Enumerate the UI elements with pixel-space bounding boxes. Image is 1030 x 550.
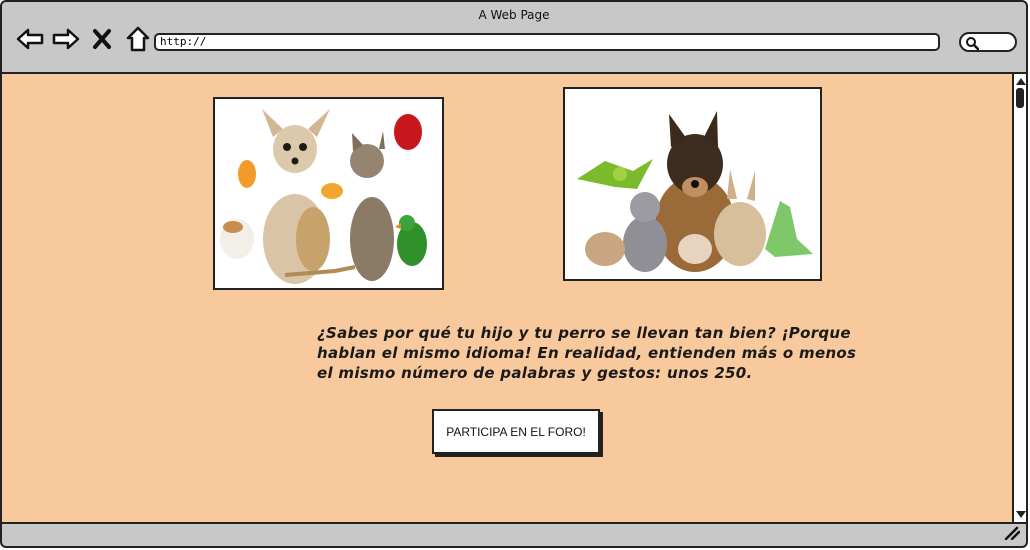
search-icon <box>966 37 979 50</box>
arrow-right-icon <box>52 28 80 50</box>
url-input[interactable]: http:// <box>154 33 940 51</box>
pets-image-right <box>563 87 822 281</box>
home-icon <box>126 26 150 52</box>
window-title: A Web Page <box>478 8 550 22</box>
scroll-thumb[interactable] <box>1016 88 1024 108</box>
browser-window: A Web Page http:// ¿Sabes por qué tu hij… <box>0 0 1028 548</box>
close-icon <box>93 29 111 49</box>
back-button[interactable] <box>16 26 44 52</box>
info-paragraph: ¿Sabes por qué tu hijo y tu perro se lle… <box>317 324 857 382</box>
page-content: ¿Sabes por qué tu hijo y tu perro se lle… <box>2 72 1012 524</box>
join-forum-button[interactable]: PARTICIPA EN EL FORO! <box>432 409 600 454</box>
arrow-left-icon <box>16 28 44 50</box>
scroll-down-arrow[interactable] <box>1016 511 1026 518</box>
pets-image-left <box>213 97 444 290</box>
scroll-up-arrow[interactable] <box>1016 78 1026 85</box>
nav-controls <box>16 26 152 52</box>
home-button[interactable] <box>124 26 152 52</box>
search-input[interactable] <box>959 32 1017 52</box>
forward-button[interactable] <box>52 26 80 52</box>
resize-handle-icon[interactable] <box>1004 526 1020 540</box>
stop-button[interactable] <box>88 26 116 52</box>
vertical-scrollbar[interactable] <box>1012 72 1026 524</box>
